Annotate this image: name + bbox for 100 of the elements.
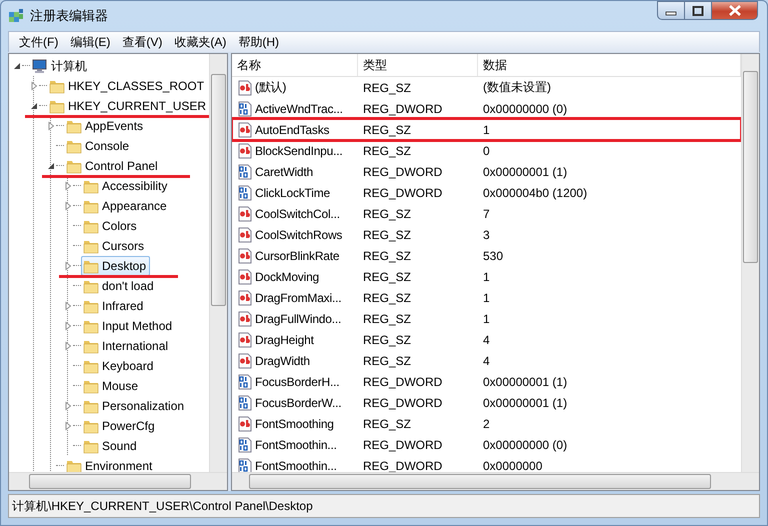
value-type: REG_SZ — [362, 248, 412, 262]
value-data: 0x00000001 (1) — [482, 164, 568, 178]
expand-arrow-icon[interactable] — [63, 261, 73, 271]
value-name[interactable]: FontSmoothing — [232, 416, 358, 432]
folder-icon — [83, 338, 99, 354]
vertical-scrollbar[interactable] — [209, 54, 227, 472]
expand-arrow-icon[interactable] — [63, 421, 73, 431]
menu-item[interactable]: 文件(F) — [13, 34, 64, 50]
value-type: REG_SZ — [362, 416, 412, 430]
folder-icon — [83, 218, 99, 234]
value-name[interactable]: FontSmoothin... — [232, 436, 358, 452]
expand-arrow-icon[interactable] — [63, 181, 73, 191]
folder-icon — [83, 398, 99, 414]
column-header[interactable]: 类型 — [358, 54, 478, 76]
binary-value-icon — [237, 164, 253, 180]
string-value-icon — [237, 268, 253, 284]
value-name[interactable]: ActiveWndTrac... — [232, 100, 358, 116]
tree-item[interactable]: HKEY_CURRENT_USER — [47, 96, 209, 116]
menu-item[interactable]: 收藏夹(A) — [168, 34, 232, 50]
tree-item[interactable]: Colors — [81, 216, 141, 236]
expand-arrow-icon[interactable] — [63, 341, 73, 351]
value-name[interactable]: BlockSendInpu... — [232, 142, 358, 158]
column-header[interactable]: 名称 — [232, 54, 358, 76]
string-value-icon — [237, 332, 253, 348]
string-value-icon — [237, 122, 253, 138]
collapse-arrow-icon[interactable] — [29, 101, 39, 111]
folder-icon — [66, 138, 82, 154]
tree-item[interactable]: don't load — [81, 276, 158, 296]
expand-arrow-icon[interactable] — [46, 121, 56, 131]
tree-item[interactable]: AppEvents — [64, 116, 148, 136]
value-name[interactable]: DragFullWindo... — [232, 310, 358, 326]
tree-item[interactable]: Accessibility — [81, 176, 172, 196]
value-name[interactable]: CaretWidth — [232, 164, 358, 180]
expand-arrow-icon[interactable] — [63, 301, 73, 311]
folder-icon — [83, 178, 99, 194]
menu-item[interactable]: 帮助(H) — [232, 34, 285, 50]
tree-item[interactable]: Control Panel — [64, 156, 162, 176]
value-data: 1 — [482, 290, 491, 304]
value-type: REG_DWORD — [362, 458, 444, 472]
vertical-scrollbar[interactable] — [741, 54, 759, 472]
value-name[interactable]: CoolSwitchRows — [232, 226, 358, 242]
folder-icon — [83, 238, 99, 254]
minimize-button[interactable] — [657, 1, 684, 20]
value-name[interactable]: CursorBlinkRate — [232, 248, 358, 264]
tree-item[interactable]: Personalization — [81, 396, 188, 416]
tree-item[interactable]: Console — [64, 136, 134, 156]
registry-icon — [8, 8, 24, 24]
folder-icon — [83, 298, 99, 314]
horizontal-scrollbar[interactable] — [9, 472, 227, 490]
value-type: REG_SZ — [362, 80, 412, 94]
folder-icon — [49, 78, 65, 94]
value-type: REG_DWORD — [362, 102, 444, 116]
expand-arrow-icon[interactable] — [29, 81, 39, 91]
tree-item[interactable]: International — [81, 336, 172, 356]
maximize-button[interactable] — [684, 1, 711, 20]
value-data: 1 — [482, 270, 491, 284]
folder-icon — [83, 378, 99, 394]
tree-item[interactable]: Desktop — [81, 256, 150, 276]
value-type: REG_SZ — [362, 332, 412, 346]
value-name[interactable]: AutoEndTasks — [232, 122, 358, 138]
value-name[interactable]: DragHeight — [232, 332, 358, 348]
computer-icon — [32, 58, 48, 74]
value-name[interactable]: FocusBorderW... — [232, 394, 358, 410]
tree-item[interactable]: Infrared — [81, 296, 148, 316]
value-name[interactable]: (默认) — [232, 79, 358, 96]
value-data: 0x00000000 (0) — [482, 102, 568, 116]
menu-item[interactable]: 查看(V) — [116, 34, 168, 50]
string-value-icon — [237, 142, 253, 158]
tree-item[interactable]: Input Method — [81, 316, 176, 336]
close-button[interactable] — [711, 1, 758, 20]
expand-arrow-icon[interactable] — [63, 201, 73, 211]
binary-value-icon — [237, 394, 253, 410]
value-name[interactable]: DockMoving — [232, 268, 358, 284]
horizontal-scrollbar[interactable] — [232, 472, 759, 490]
collapse-arrow-icon[interactable] — [12, 61, 22, 71]
value-data: 0x0000000 — [482, 458, 544, 472]
value-name[interactable]: CoolSwitchCol... — [232, 206, 358, 222]
folder-icon — [83, 358, 99, 374]
expand-arrow-icon[interactable] — [63, 321, 73, 331]
value-name[interactable]: FocusBorderH... — [232, 374, 358, 390]
tree-item[interactable]: Cursors — [81, 236, 148, 256]
tree-item[interactable]: Sound — [81, 436, 141, 456]
value-name[interactable]: DragFromMaxi... — [232, 290, 358, 306]
string-value-icon — [237, 226, 253, 242]
tree-item[interactable]: HKEY_CLASSES_ROOT — [47, 76, 208, 96]
menu-item[interactable]: 编辑(E) — [64, 34, 116, 50]
window-title: 注册表编辑器 — [30, 7, 109, 25]
value-name[interactable]: ClickLockTime — [232, 184, 358, 200]
tree-item[interactable]: PowerCfg — [81, 416, 159, 436]
value-type: REG_DWORD — [362, 186, 444, 200]
expand-arrow-icon[interactable] — [63, 401, 73, 411]
tree-item[interactable]: Keyboard — [81, 356, 158, 376]
folder-icon — [83, 278, 99, 294]
tree-item[interactable]: Mouse — [81, 376, 142, 396]
folder-icon — [49, 98, 65, 114]
value-name[interactable]: DragWidth — [232, 352, 358, 368]
collapse-arrow-icon[interactable] — [46, 161, 56, 171]
value-data: 530 — [482, 248, 504, 262]
tree-item[interactable]: 计算机 — [30, 56, 91, 76]
tree-item[interactable]: Appearance — [81, 196, 171, 216]
